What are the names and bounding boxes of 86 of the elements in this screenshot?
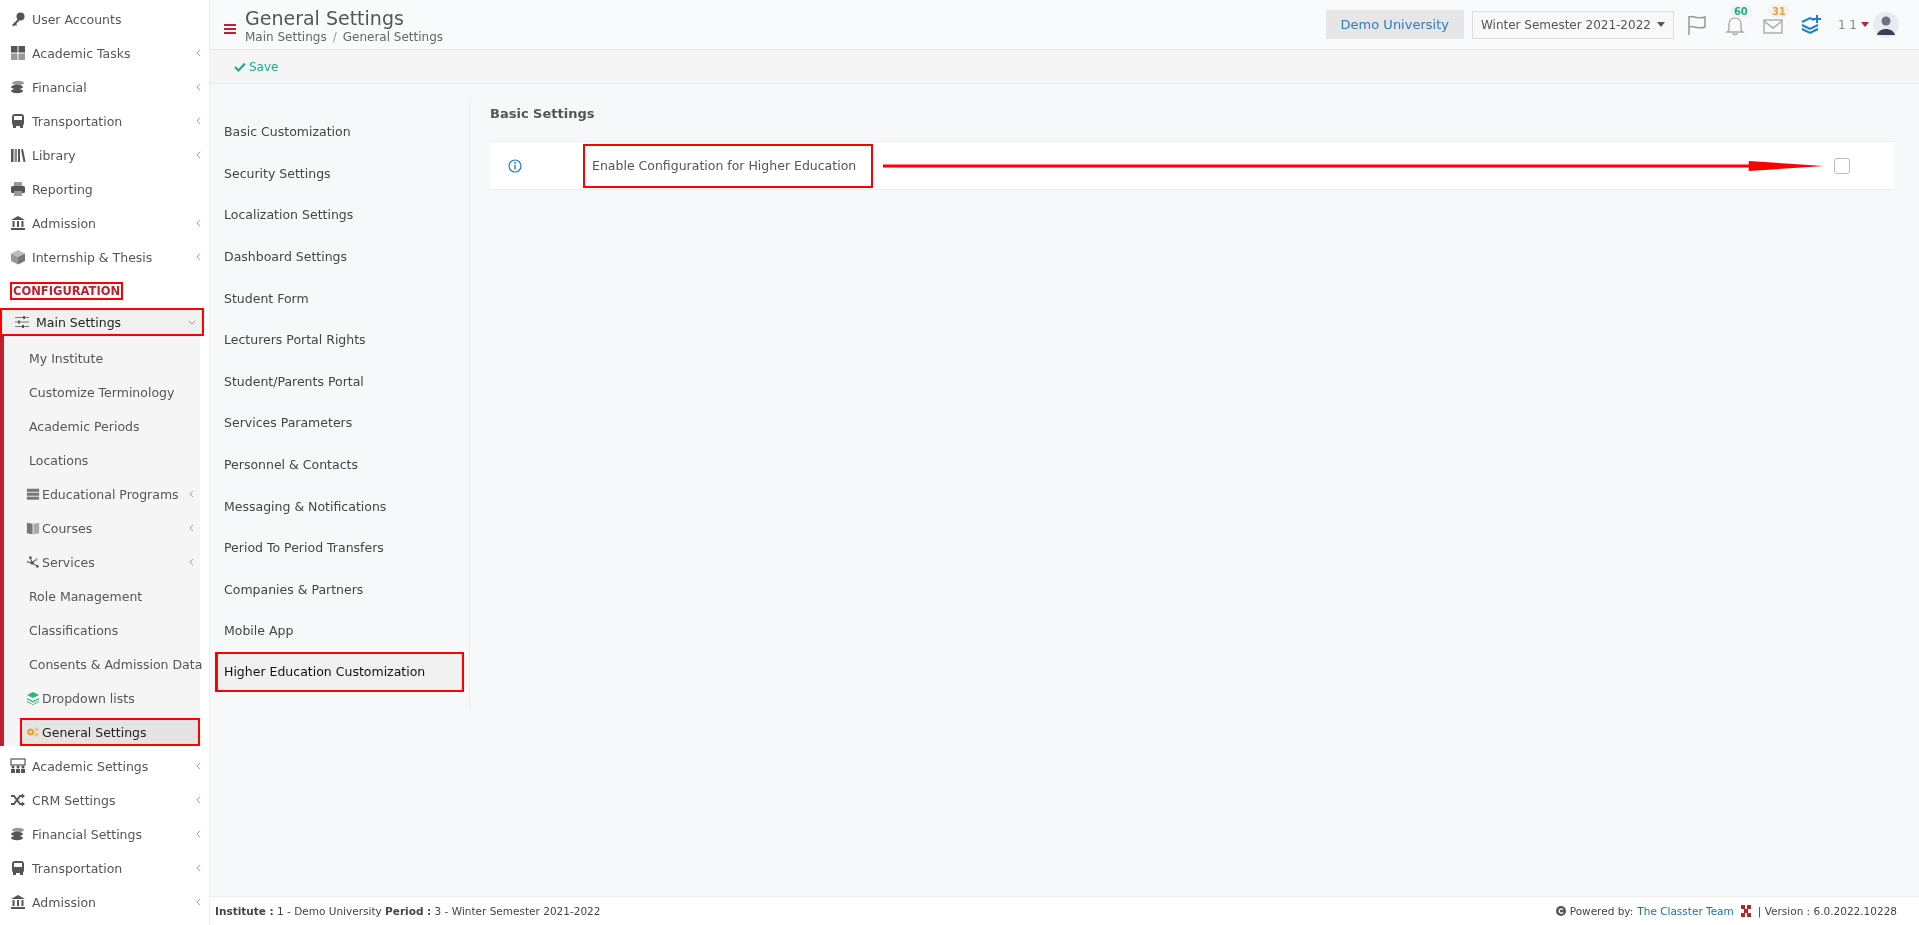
setting-label: Enable Configuration for Higher Education	[583, 143, 873, 188]
bank-icon	[10, 894, 26, 910]
sidebar-item[interactable]: CRM Settings	[0, 783, 209, 817]
breadcrumb-link[interactable]: Main Settings	[245, 29, 327, 44]
version-label: | Version : 6.0.2022.10228	[1757, 905, 1897, 917]
message-count: 31	[1767, 4, 1790, 18]
people-icon	[10, 758, 26, 774]
settings-tab[interactable]: Personnel & Contacts	[210, 443, 469, 486]
shuffle-icon	[10, 792, 26, 808]
sidebar-item[interactable]: Academic Tasks	[0, 36, 209, 70]
notification-count: 60	[1729, 4, 1752, 18]
page-title: General Settings	[245, 5, 405, 30]
printer-icon	[10, 181, 26, 197]
footer-info: Institute : 1 - Demo University Period : 3 - Winter Semester 2021-2022	[215, 905, 601, 917]
settings-tab[interactable]: Security Settings	[210, 152, 469, 195]
nodes-icon	[26, 555, 40, 569]
submenu-item[interactable]: Academic Periods	[4, 409, 200, 443]
sidebar-item[interactable]: Admission	[0, 206, 209, 240]
settings-tab[interactable]: Student Form	[210, 277, 469, 319]
server-icon	[26, 487, 40, 501]
powered-by-label: Powered by:	[1569, 905, 1634, 917]
copyright-icon	[1555, 906, 1566, 916]
submenu-item[interactable]: Services	[4, 545, 200, 579]
sidebar-item[interactable]: Internship & Thesis	[0, 240, 209, 274]
submenu-item[interactable]: Customize Terminology	[4, 375, 200, 409]
semester-select[interactable]: Winter Semester 2021-2022	[1471, 10, 1674, 39]
check-icon	[234, 61, 246, 72]
grid-icon	[10, 45, 26, 61]
submenu-item[interactable]: Role Management	[4, 579, 200, 613]
menu-icon[interactable]	[224, 23, 236, 34]
submenu-item[interactable]: Courses	[4, 511, 200, 545]
settings-tab[interactable]: Lecturers Portal Rights	[210, 318, 469, 361]
user-menu[interactable]: 1 1	[1837, 17, 1869, 32]
gears-icon	[26, 725, 40, 739]
sidebar-item[interactable]: User Accounts	[0, 2, 209, 36]
settings-tab[interactable]: Messaging & Notifications	[210, 485, 469, 527]
settings-tab[interactable]: Services Parameters	[210, 402, 469, 444]
submenu-item[interactable]: General Settings	[20, 718, 200, 746]
sidebar-item[interactable]: Admission	[0, 885, 209, 919]
book-icon	[26, 521, 40, 535]
sidebar-item[interactable]: Financial	[0, 70, 209, 104]
settings-tab[interactable]: Mobile App	[210, 610, 469, 652]
settings-tab[interactable]: Companies & Partners	[210, 568, 469, 611]
logo-icon	[1740, 905, 1751, 917]
settings-tab[interactable]: Basic Customization	[210, 111, 469, 153]
sidebar-item[interactable]: Academic Settings	[0, 749, 209, 783]
settings-tab[interactable]: Higher Education Customization	[215, 651, 464, 692]
submenu-item[interactable]: Classifications	[4, 613, 200, 647]
info-icon[interactable]	[508, 158, 522, 173]
sidebar-item[interactable]: Library	[0, 138, 209, 172]
submenu-item[interactable]: Locations	[4, 443, 200, 477]
submenu-item[interactable]: Dropdown lists	[4, 681, 200, 715]
bank-icon	[10, 215, 26, 231]
submenu-item[interactable]: Educational Programs	[4, 477, 200, 511]
flag-icon[interactable]	[1685, 13, 1708, 36]
bus-icon	[10, 860, 26, 876]
institution-button[interactable]: Demo University	[1325, 10, 1464, 39]
submenu-item[interactable]: My Institute	[4, 341, 200, 375]
caret-icon	[1656, 22, 1665, 27]
section-heading: CONFIGURATION	[10, 282, 124, 300]
sidebar-item[interactable]: Transportation	[0, 104, 209, 138]
checkbox[interactable]	[1834, 157, 1850, 174]
coins-icon	[10, 79, 26, 95]
books-icon	[10, 147, 26, 163]
layers-plus-icon[interactable]	[1799, 13, 1822, 36]
breadcrumb-separator: /	[332, 29, 337, 44]
bus-icon	[10, 113, 26, 129]
avatar[interactable]	[1873, 11, 1899, 38]
settings-tab[interactable]: Student/Parents Portal	[210, 360, 469, 403]
settings-tab[interactable]: Period To Period Transfers	[210, 526, 469, 569]
settings-tab[interactable]: Localization Settings	[210, 194, 469, 236]
key-icon	[10, 11, 26, 27]
coins-icon	[10, 826, 26, 842]
cube-icon	[10, 249, 26, 265]
sidebar-item[interactable]: Main Settings	[0, 308, 204, 336]
section-heading: Basic Settings	[490, 105, 596, 123]
sidebar-item[interactable]: Reporting	[0, 172, 209, 206]
submenu-item[interactable]: Consents & Admission Data	[4, 647, 200, 681]
sidebar-item[interactable]: Financial Settings	[0, 817, 209, 851]
sliders-icon	[14, 314, 30, 330]
caret-icon	[1861, 22, 1869, 27]
sidebar-item[interactable]: Transportation	[0, 851, 209, 885]
breadcrumb-link[interactable]: General Settings	[342, 29, 444, 44]
layers-icon	[26, 691, 40, 705]
settings-tab[interactable]: Dashboard Settings	[210, 235, 469, 278]
team-link[interactable]: The Classter Team	[1637, 905, 1734, 917]
